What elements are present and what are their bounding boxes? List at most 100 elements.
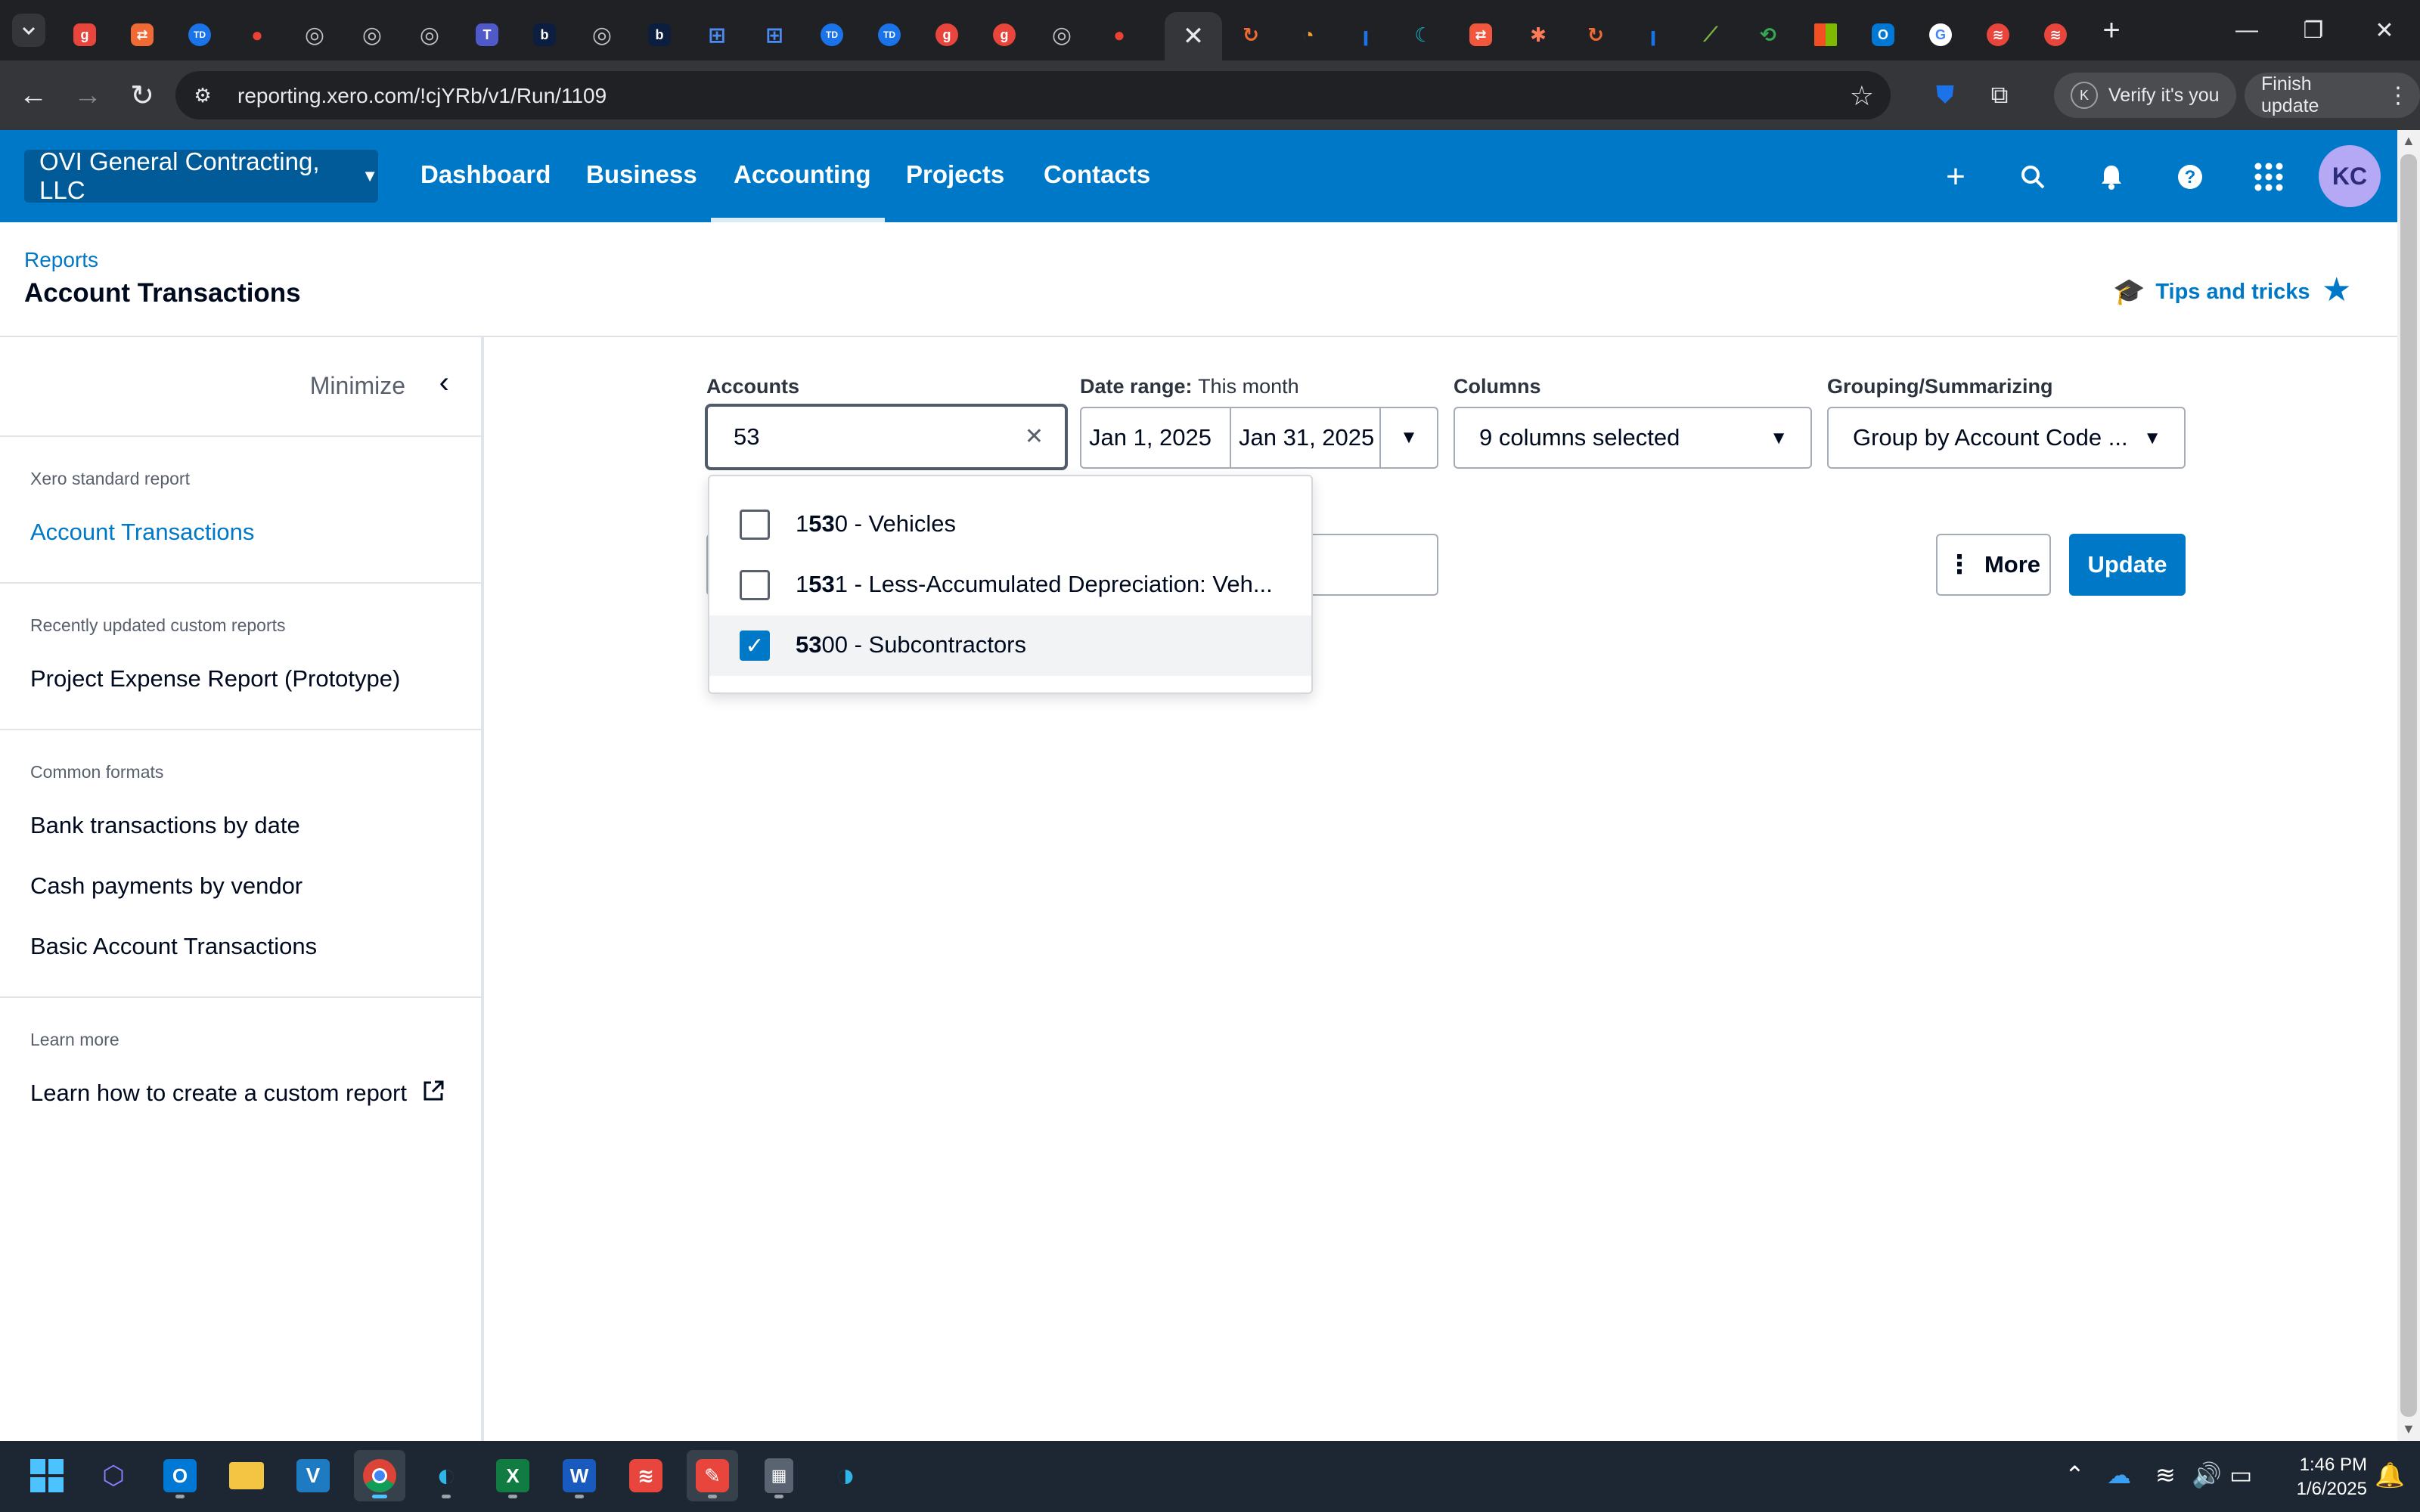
close-tab-icon[interactable]: ✕: [1183, 21, 1205, 51]
browser-tab[interactable]: ◎: [1033, 12, 1091, 57]
outlook-icon[interactable]: O: [154, 1450, 206, 1501]
browser-tab[interactable]: ⟲: [1739, 12, 1797, 57]
address-url[interactable]: reporting.xero.com/!cjYRb/v1/Run/1109: [237, 84, 607, 108]
kebab-menu-icon[interactable]: ⋮: [2387, 82, 2409, 109]
clear-input-icon[interactable]: ✕: [1025, 423, 1044, 450]
browser-tab[interactable]: ●: [228, 12, 286, 57]
browser-tab[interactable]: g: [918, 12, 976, 57]
help-icon[interactable]: ?: [2170, 157, 2210, 197]
browser-tab[interactable]: ⊞: [746, 12, 803, 57]
browser-tab[interactable]: ◎: [573, 12, 631, 57]
tips-and-tricks-link[interactable]: 🎓 Tips and tricks: [2113, 277, 2310, 307]
notification-bell-icon[interactable]: 🔔: [2375, 1461, 2405, 1489]
account-option[interactable]: 1530 - Vehicles: [709, 494, 1311, 555]
more-button[interactable]: ⋮ More: [1936, 534, 2051, 596]
sidebar-link-cash-payments[interactable]: Cash payments by vendor: [30, 872, 302, 900]
shield-extension-icon[interactable]: ⛊: [1927, 77, 1963, 113]
external-link-icon[interactable]: [422, 1080, 445, 1108]
browser-tab[interactable]: O: [1854, 12, 1912, 57]
bookmark-star-icon[interactable]: ☆: [1850, 80, 1874, 112]
app-v-icon[interactable]: V: [287, 1450, 339, 1501]
accounts-search-input[interactable]: 53 ✕: [705, 404, 1068, 470]
site-info-icon[interactable]: ⚙: [191, 83, 215, 107]
sidebar-link-bank-transactions[interactable]: Bank transactions by date: [30, 812, 300, 839]
columns-dropdown[interactable]: 9 columns selected ▼: [1454, 407, 1812, 469]
volume-icon[interactable]: 🔊: [2192, 1461, 2222, 1489]
browser-tab[interactable]: ꞁ: [1337, 12, 1395, 57]
browser-tab[interactable]: [1797, 12, 1854, 57]
new-tab-plus-icon[interactable]: +: [2095, 14, 2128, 47]
checkbox-checked[interactable]: ✓: [740, 631, 770, 661]
nav-dashboard[interactable]: Dashboard: [420, 160, 551, 189]
browser-tab[interactable]: ☾: [1395, 12, 1452, 57]
tray-chevron-up-icon[interactable]: ⌃: [2065, 1461, 2085, 1489]
chevron-left-icon[interactable]: ‹: [439, 366, 449, 400]
restore-window-icon[interactable]: ❐: [2287, 9, 2340, 51]
browser-tab[interactable]: ⇄: [1452, 12, 1509, 57]
browser-tab[interactable]: ◔: [1280, 12, 1337, 57]
page-scrollbar[interactable]: ▲ ▼: [2397, 130, 2420, 1441]
nav-projects[interactable]: Projects: [906, 160, 1004, 189]
finish-update-button[interactable]: Finish update ⋮: [2245, 73, 2420, 118]
browser-tab[interactable]: ✱: [1509, 12, 1567, 57]
browser-tab[interactable]: TD: [861, 12, 918, 57]
word-icon[interactable]: W: [554, 1450, 605, 1501]
back-arrow-icon[interactable]: ←: [15, 77, 51, 113]
plus-icon[interactable]: +: [1936, 157, 1975, 197]
reload-icon[interactable]: ↻: [124, 77, 160, 113]
date-range-dropdown-button[interactable]: ▼: [1379, 407, 1438, 469]
scroll-up-arrow-icon[interactable]: ▲: [2402, 133, 2415, 149]
browser-tab[interactable]: g: [976, 12, 1033, 57]
user-avatar[interactable]: KC: [2319, 145, 2381, 207]
calculator-icon[interactable]: ▦: [753, 1450, 805, 1501]
browser-tab[interactable]: ●: [1091, 12, 1148, 57]
breadcrumb-reports[interactable]: Reports: [24, 248, 98, 272]
system-clock[interactable]: 1:46 PM 1/6/2025: [2276, 1453, 2367, 1501]
grouping-dropdown[interactable]: Group by Account Code ... ▼: [1827, 407, 2186, 469]
bell-icon[interactable]: [2092, 157, 2131, 197]
browser-tab[interactable]: b: [516, 12, 573, 57]
edge-dev-icon[interactable]: ◑: [820, 1450, 871, 1501]
update-button[interactable]: Update: [2069, 534, 2186, 596]
edge-icon[interactable]: ◐: [420, 1450, 472, 1501]
browser-tab[interactable]: ↻: [1567, 12, 1624, 57]
nav-business[interactable]: Business: [586, 160, 697, 189]
app-red-icon[interactable]: ≋: [620, 1450, 672, 1501]
chrome-icon[interactable]: [354, 1450, 405, 1501]
browser-tab[interactable]: b: [631, 12, 688, 57]
forward-arrow-icon[interactable]: →: [70, 77, 106, 113]
onedrive-cloud-icon[interactable]: ☁: [2107, 1461, 2131, 1489]
browser-tab[interactable]: ◎: [286, 12, 343, 57]
nav-accounting[interactable]: Accounting: [734, 160, 870, 189]
scrollbar-thumb[interactable]: [2400, 154, 2417, 1417]
checkbox[interactable]: [740, 570, 770, 600]
snipping-tool-icon[interactable]: ✎: [687, 1450, 738, 1501]
browser-tab[interactable]: T: [458, 12, 516, 57]
sidebar-link-basic-account-transactions[interactable]: Basic Account Transactions: [30, 933, 317, 960]
excel-icon[interactable]: X: [487, 1450, 538, 1501]
browser-tab[interactable]: ≋: [2027, 12, 2084, 57]
minimize-window-icon[interactable]: —: [2220, 9, 2273, 51]
battery-icon[interactable]: ▭: [2229, 1461, 2252, 1489]
date-to-field[interactable]: Jan 31, 2025: [1230, 407, 1381, 469]
browser-tab[interactable]: ⇄: [113, 12, 171, 57]
account-option[interactable]: 1531 - Less-Accumulated Depreciation: Ve…: [709, 555, 1311, 615]
browser-tab[interactable]: ⟋: [1682, 12, 1739, 57]
file-explorer-icon[interactable]: [221, 1450, 272, 1501]
verify-its-you-button[interactable]: K Verify it's you: [2054, 73, 2236, 118]
browser-tab-active[interactable]: ✕: [1165, 12, 1222, 60]
browser-tab[interactable]: ⊞: [688, 12, 746, 57]
close-window-icon[interactable]: ✕: [2358, 9, 2411, 51]
browser-tab[interactable]: ↻: [1222, 12, 1280, 57]
browser-tab[interactable]: ◎: [343, 12, 401, 57]
scroll-down-arrow-icon[interactable]: ▼: [2402, 1421, 2415, 1437]
account-option-selected[interactable]: ✓ 5300 - Subcontractors: [709, 615, 1311, 676]
browser-tab[interactable]: TD: [171, 12, 228, 57]
browser-tab[interactable]: g: [56, 12, 113, 57]
browser-tab[interactable]: ◎: [401, 12, 458, 57]
wifi-icon[interactable]: ≋: [2155, 1461, 2176, 1489]
tab-search-chevron-icon[interactable]: [12, 14, 45, 47]
address-bar[interactable]: ⚙ reporting.xero.com/!cjYRb/v1/Run/1109 …: [175, 71, 1891, 119]
organisation-switcher[interactable]: OVI General Contracting, LLC ▼: [24, 147, 378, 204]
browser-tab[interactable]: ꞁ: [1624, 12, 1682, 57]
